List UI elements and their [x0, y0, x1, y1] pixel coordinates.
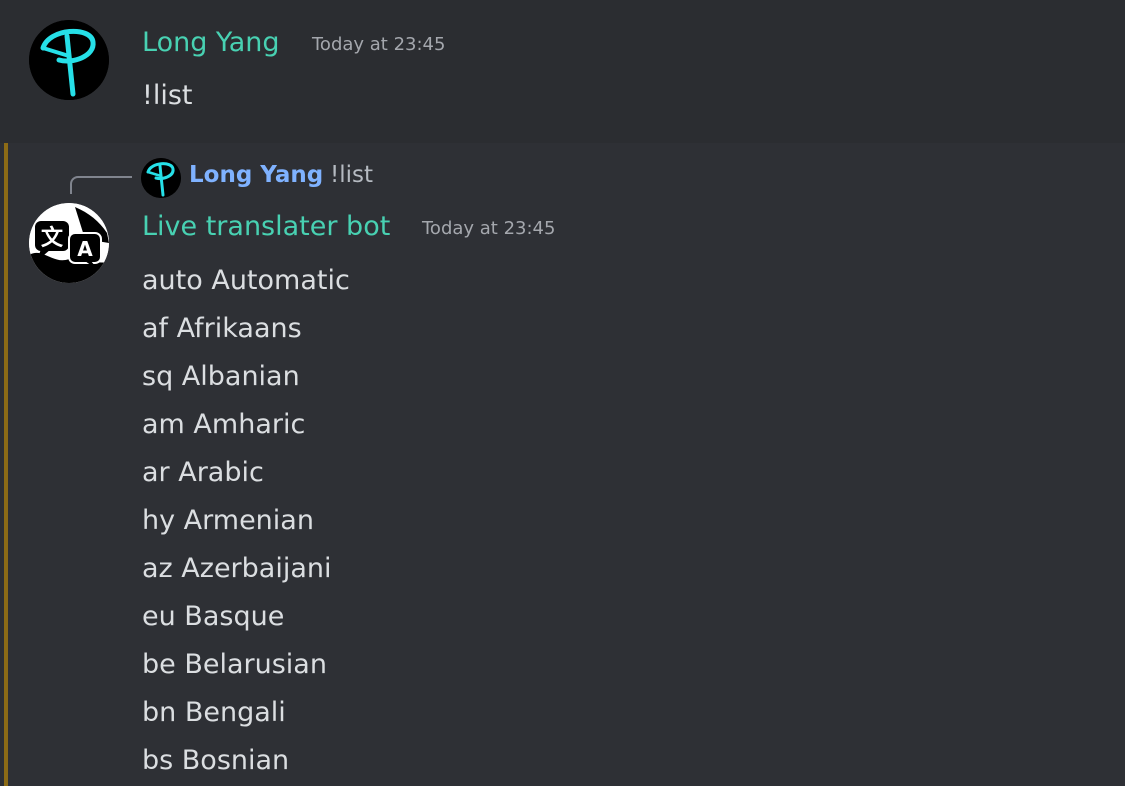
list-item: bs Bosnian	[142, 745, 290, 776]
message-timestamp[interactable]: Today at 23:45	[422, 218, 555, 239]
translate-bubble-avatar-icon: 文 A	[29, 203, 109, 283]
svg-text:A: A	[77, 237, 93, 261]
svg-text:文: 文	[41, 225, 64, 251]
list-item: sq Albanian	[142, 361, 300, 392]
list-item: bn Bengali	[142, 697, 286, 728]
message-group: Long Yang Today at 23:45 !list	[0, 0, 1125, 142]
list-item: ar Arabic	[142, 457, 264, 488]
language-list: auto Automatic af Afrikaans sq Albanian …	[142, 264, 350, 786]
cyan-p-logo-avatar-icon	[29, 20, 109, 100]
reply-author[interactable]: Long Yang	[189, 162, 323, 188]
list-item: be Belarusian	[142, 649, 327, 680]
list-item: az Azerbaijani	[142, 553, 332, 584]
message-text: !list	[142, 80, 193, 111]
reply-avatar[interactable]	[141, 158, 181, 198]
bot-avatar[interactable]: 文 A	[29, 203, 109, 283]
list-item: am Amharic	[142, 409, 306, 440]
message-timestamp[interactable]: Today at 23:45	[312, 34, 445, 55]
message-author[interactable]: Live translater bot	[142, 211, 390, 242]
mention-highlight-bar	[4, 143, 8, 786]
reply-connector-icon	[70, 176, 132, 194]
list-item: auto Automatic	[142, 265, 350, 296]
cyan-p-logo-avatar-icon	[141, 158, 181, 198]
message-author[interactable]: Long Yang	[142, 27, 280, 58]
reply-preview-text[interactable]: !list	[330, 162, 373, 188]
message-group-highlighted: Long Yang !list 文 A Live translater bot …	[0, 143, 1125, 786]
list-item: af Afrikaans	[142, 313, 302, 344]
list-item: hy Armenian	[142, 505, 314, 536]
user-avatar[interactable]	[29, 20, 109, 100]
list-item: eu Basque	[142, 601, 285, 632]
chat-view: Long Yang Today at 23:45 !list Long Yang…	[0, 0, 1125, 786]
